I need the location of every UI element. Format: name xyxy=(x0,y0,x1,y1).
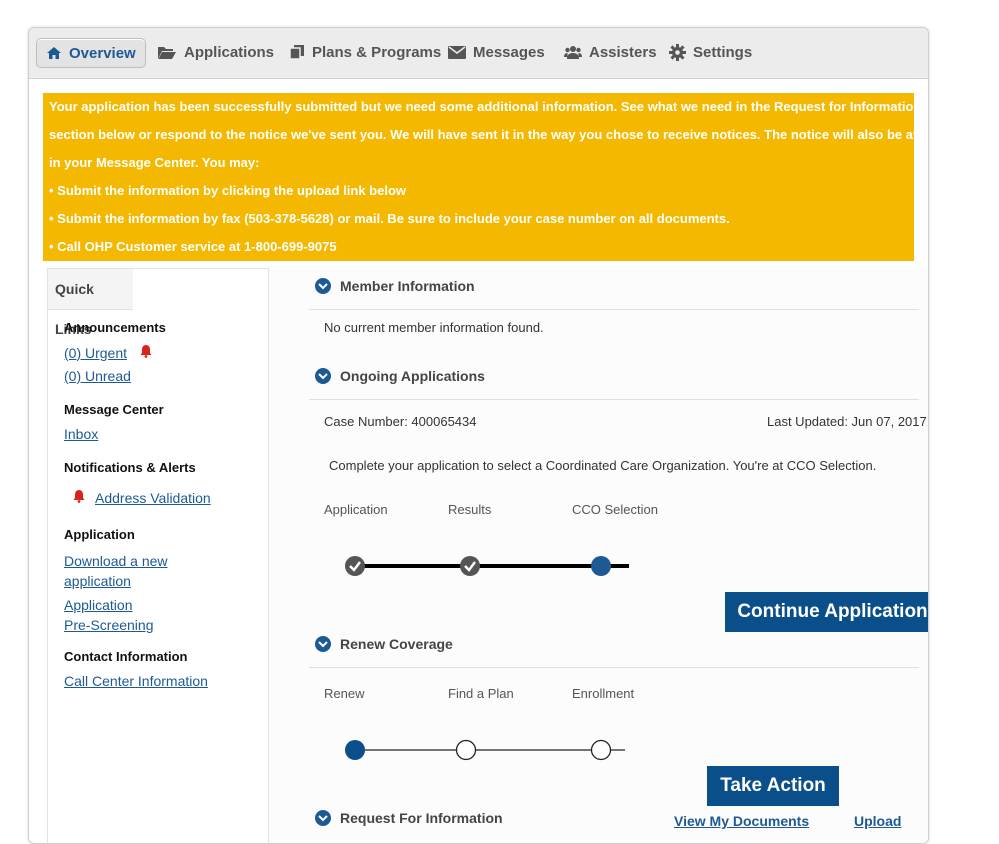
ongoing-message: Complete your application to select a Co… xyxy=(329,458,877,473)
step-complete-check-icon xyxy=(460,556,480,576)
banner-line: Your application has been successfully s… xyxy=(49,99,922,114)
divider xyxy=(309,667,919,668)
tab-messages-label: Messages xyxy=(473,43,545,61)
notifications-heading: Notifications & Alerts xyxy=(64,460,196,475)
prescreening-link[interactable]: Application Pre-Screening xyxy=(64,595,154,635)
renew-coverage-header[interactable]: Renew Coverage xyxy=(315,636,453,652)
users-icon xyxy=(564,45,582,60)
upload-link[interactable]: Upload xyxy=(854,813,901,829)
download-link-line2: application xyxy=(64,573,131,589)
gear-icon xyxy=(669,43,686,61)
tab-assisters[interactable]: Assisters xyxy=(564,38,657,66)
view-my-documents-link[interactable]: View My Documents xyxy=(674,813,809,829)
quick-links-panel: Quick Links Announcements (0) Urgent (0)… xyxy=(47,268,269,843)
envelope-icon xyxy=(448,45,466,59)
divider xyxy=(309,399,919,400)
tab-overview-label: Overview xyxy=(69,44,136,62)
address-validation-link[interactable]: Address Validation xyxy=(95,490,211,506)
main-content: Member Information No current member inf… xyxy=(269,268,928,843)
member-empty-text: No current member information found. xyxy=(324,320,544,335)
step-pending-dot xyxy=(590,739,612,761)
divider xyxy=(309,309,919,310)
banner-line: • Submit the information by fax (503-378… xyxy=(49,211,730,226)
contact-heading: Contact Information xyxy=(64,649,188,664)
prescreening-link-line1: Application xyxy=(64,597,133,613)
take-action-button[interactable]: Take Action xyxy=(707,766,839,806)
unread-link[interactable]: (0) Unread xyxy=(64,368,131,384)
bell-alert-icon xyxy=(72,489,86,506)
step-current-dot xyxy=(591,556,611,576)
message-center-heading: Message Center xyxy=(64,402,164,417)
prescreening-link-line2: Pre-Screening xyxy=(64,617,154,633)
banner-line: • Submit the information by clicking the… xyxy=(49,183,407,198)
call-center-link[interactable]: Call Center Information xyxy=(64,673,208,689)
member-info-title: Member Information xyxy=(340,278,475,294)
step-pending-dot xyxy=(455,739,477,761)
urgent-link[interactable]: (0) Urgent xyxy=(64,345,127,361)
inbox-link[interactable]: Inbox xyxy=(64,426,98,442)
chevron-down-icon xyxy=(315,278,331,294)
tab-plans-programs-label: Plans & Programs xyxy=(312,43,442,61)
step-complete-check-icon xyxy=(345,556,365,576)
ongoing-apps-title: Ongoing Applications xyxy=(340,368,485,384)
tab-applications-label: Applications xyxy=(184,43,275,61)
folder-open-icon xyxy=(157,45,177,60)
request-info-header[interactable]: Request For Information xyxy=(315,810,503,826)
renew-progress-tracker xyxy=(345,739,625,761)
tab-settings-label: Settings xyxy=(693,43,753,61)
tab-applications[interactable]: Applications xyxy=(157,38,274,66)
step-label-cco-selection: CCO Selection xyxy=(572,502,658,517)
renew-coverage-title: Renew Coverage xyxy=(340,636,453,652)
step-label-results: Results xyxy=(448,502,492,517)
case-number: Case Number: 400065434 xyxy=(324,414,477,429)
chevron-down-icon xyxy=(315,636,331,652)
top-nav: Overview Applications Plans & Programs M… xyxy=(29,28,928,79)
tab-plans-programs[interactable]: Plans & Programs xyxy=(289,38,441,66)
download-application-link[interactable]: Download a new application xyxy=(64,551,168,591)
announcements-heading: Announcements xyxy=(64,320,166,335)
request-info-title: Request For Information xyxy=(340,810,503,826)
step-label-renew: Renew xyxy=(324,686,365,701)
address-validation-row: Address Validation xyxy=(72,489,211,506)
banner-line: in your Message Center. You may: xyxy=(49,155,260,170)
rfi-alert-banner: Your application has been successfully s… xyxy=(43,93,929,261)
ongoing-apps-header[interactable]: Ongoing Applications xyxy=(315,368,485,384)
tab-overview[interactable]: Overview xyxy=(36,38,146,68)
banner-line: section below or respond to the notice w… xyxy=(49,127,929,142)
download-link-line1: Download a new xyxy=(64,553,168,569)
step-label-find-plan: Find a Plan xyxy=(448,686,514,701)
tab-settings[interactable]: Settings xyxy=(669,38,752,66)
application-progress-tracker xyxy=(345,556,629,576)
step-label-enrollment: Enrollment xyxy=(572,686,635,701)
last-updated: Last Updated: Jun 07, 2017 xyxy=(767,414,927,429)
step-current-dot xyxy=(345,740,365,760)
chevron-down-icon xyxy=(315,810,331,826)
tab-assisters-label: Assisters xyxy=(589,43,657,61)
step-label-application: Application xyxy=(324,502,388,517)
portal-frame: Overview Applications Plans & Programs M… xyxy=(28,27,929,844)
home-icon xyxy=(46,46,62,60)
copy-icon xyxy=(289,44,305,60)
quick-links-title: Quick Links xyxy=(48,269,133,337)
tab-messages[interactable]: Messages xyxy=(448,38,545,66)
bell-alert-icon xyxy=(139,344,153,361)
member-info-header[interactable]: Member Information xyxy=(315,278,475,294)
urgent-row: (0) Urgent xyxy=(64,344,153,361)
application-heading: Application xyxy=(64,527,135,542)
chevron-down-icon xyxy=(315,368,331,384)
banner-line: • Call OHP Customer service at 1-800-699… xyxy=(49,239,337,254)
continue-application-button[interactable]: Continue Application xyxy=(725,592,928,632)
